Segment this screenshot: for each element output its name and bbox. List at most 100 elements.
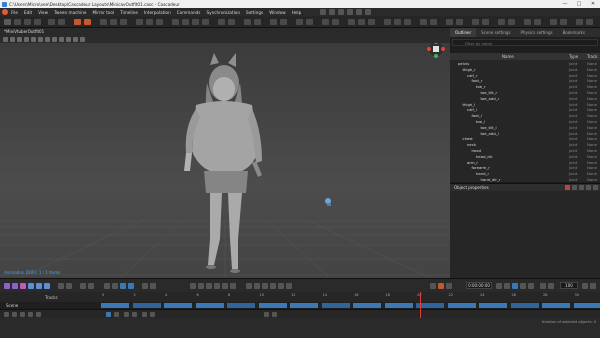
view-icon[interactable]: [3, 36, 8, 42]
column-name[interactable]: Name: [502, 53, 514, 60]
view-icon[interactable]: [17, 36, 22, 42]
keyframe-interval[interactable]: [542, 303, 570, 308]
tool-icon[interactable]: [120, 283, 126, 289]
tool-icon[interactable]: [106, 312, 111, 317]
menu-help[interactable]: Help: [292, 10, 302, 15]
menu-commands[interactable]: Commands: [177, 10, 201, 15]
tool-icon[interactable]: [80, 283, 86, 289]
tool-icon[interactable]: [4, 312, 9, 317]
tool-icon[interactable]: [12, 312, 17, 317]
play-button[interactable]: [512, 283, 518, 289]
view-icon[interactable]: [31, 36, 36, 42]
light-gizmo-icon[interactable]: [325, 198, 331, 206]
menu-window[interactable]: Window: [269, 10, 286, 15]
select-tool-icon[interactable]: [4, 19, 11, 25]
view-icon[interactable]: [45, 36, 50, 42]
fulcrum-icon[interactable]: [296, 19, 303, 25]
menu-synchronization[interactable]: Synchronization: [206, 10, 240, 15]
property-tool-icon[interactable]: [572, 185, 577, 190]
tool-icon[interactable]: [286, 283, 292, 289]
next-key-button[interactable]: [528, 283, 534, 289]
tool-icon[interactable]: [4, 283, 10, 289]
keyframe-interval[interactable]: [573, 303, 600, 308]
minimize-button[interactable]: —: [558, 0, 572, 8]
maximize-button[interactable]: □: [572, 0, 586, 8]
outliner-row[interactable]: hand_dir_r Joint None: [450, 177, 600, 182]
snap-icon[interactable]: [322, 19, 329, 25]
next-frame-button[interactable]: [520, 283, 526, 289]
tool-icon[interactable]: [58, 283, 64, 289]
tool-icon[interactable]: [498, 19, 505, 25]
timecode-display[interactable]: 0:00:00:00: [466, 282, 492, 289]
tool-icon[interactable]: [190, 283, 196, 289]
tool-icon[interactable]: [142, 283, 148, 289]
tool-icon[interactable]: [132, 312, 137, 317]
tool-icon[interactable]: [272, 312, 277, 317]
orientation-gizmo[interactable]: [427, 43, 445, 58]
tool-icon[interactable]: [482, 19, 489, 25]
tool-icon[interactable]: [420, 19, 427, 25]
tool-icon[interactable]: [438, 283, 444, 289]
lock-icon[interactable]: [270, 19, 277, 25]
tool-icon[interactable]: [150, 312, 155, 317]
tool-icon[interactable]: [264, 312, 269, 317]
tool-icon[interactable]: [348, 19, 355, 25]
menu-mirror-tool[interactable]: Mirror tool: [93, 10, 115, 15]
tool-icon[interactable]: [472, 19, 479, 25]
pin-icon[interactable]: [146, 19, 153, 25]
tool-icon[interactable]: [329, 9, 335, 15]
keyframe-interval[interactable]: [447, 303, 476, 308]
tool-icon[interactable]: [356, 9, 362, 15]
view-icon[interactable]: [24, 36, 29, 42]
pin-icon[interactable]: [136, 19, 143, 25]
3d-viewport[interactable]: [0, 43, 450, 278]
tool-icon[interactable]: [262, 283, 268, 289]
tool-icon[interactable]: [246, 283, 252, 289]
tool-icon[interactable]: [28, 283, 34, 289]
tab-outliner[interactable]: Outliner: [450, 28, 477, 37]
tool-icon[interactable]: [446, 283, 452, 289]
property-tool-icon[interactable]: [579, 185, 584, 190]
keyframe-interval[interactable]: [321, 303, 350, 308]
tool-icon[interactable]: [338, 9, 344, 15]
view-icon[interactable]: [73, 36, 78, 42]
tool-icon[interactable]: [320, 9, 326, 15]
menu-settings[interactable]: Settings: [246, 10, 263, 15]
view-icon[interactable]: [52, 36, 57, 42]
keyframe-interval[interactable]: [479, 303, 507, 308]
mirror-icon[interactable]: [218, 19, 225, 25]
fulcrum-icon[interactable]: [306, 19, 313, 25]
autopose-icon[interactable]: [74, 19, 81, 25]
view-icon[interactable]: [66, 36, 71, 42]
keyframe-interval[interactable]: [195, 303, 224, 308]
viewport-tab[interactable]: *MiniVtuberOutfit01: [0, 28, 450, 35]
close-button[interactable]: ✕: [586, 0, 600, 8]
keyframe-interval[interactable]: [227, 303, 255, 308]
keyframe-interval[interactable]: [164, 303, 192, 308]
tab-bookmarks[interactable]: Bookmarks: [558, 28, 590, 37]
keyframe-interval[interactable]: [384, 303, 413, 308]
tool-icon[interactable]: [524, 19, 531, 25]
tool-icon[interactable]: [576, 19, 583, 25]
tool-icon[interactable]: [198, 283, 204, 289]
move-tool-icon[interactable]: [14, 19, 21, 25]
tool-icon[interactable]: [104, 283, 110, 289]
menu-timeline[interactable]: Timeline: [120, 10, 138, 15]
previous-frame-button[interactable]: [504, 283, 510, 289]
view-icon[interactable]: [80, 36, 85, 42]
tool-icon[interactable]: [44, 283, 50, 289]
tool-icon[interactable]: [20, 283, 26, 289]
keyframe-interval[interactable]: [101, 303, 129, 308]
previous-key-button[interactable]: [496, 283, 502, 289]
ik-fk-icon[interactable]: [182, 19, 189, 25]
tool-icon[interactable]: [560, 19, 567, 25]
keyframe-interval[interactable]: [132, 303, 161, 308]
mirror-icon[interactable]: [228, 19, 235, 25]
tool-icon[interactable]: [550, 19, 557, 25]
rotate-tool-icon[interactable]: [24, 19, 31, 25]
tool-icon[interactable]: [365, 9, 371, 15]
tool-icon[interactable]: [384, 19, 391, 25]
tab-scene-settings[interactable]: Scene settings: [476, 28, 515, 37]
tool-icon[interactable]: [430, 283, 436, 289]
tool-icon[interactable]: [270, 283, 276, 289]
